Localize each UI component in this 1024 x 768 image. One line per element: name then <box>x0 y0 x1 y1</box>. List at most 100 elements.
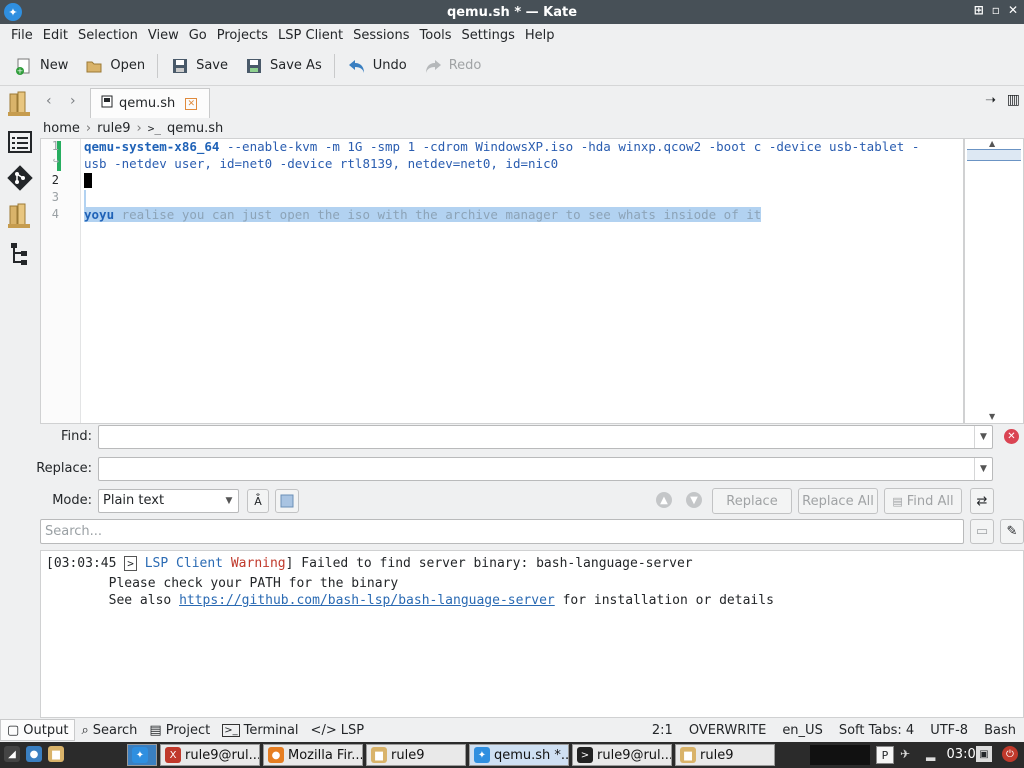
open-button[interactable]: Open <box>76 50 153 82</box>
search-input[interactable]: Search... <box>40 519 964 544</box>
undo-button[interactable]: Undo <box>339 50 415 82</box>
breadcrumb-rule9[interactable]: rule9 <box>97 121 130 136</box>
tab-lsp[interactable]: </> LSP <box>305 719 371 741</box>
breadcrumb-file[interactable]: qemu.sh <box>167 121 223 136</box>
menu-view[interactable]: View <box>143 28 184 43</box>
documents-panel-icon[interactable] <box>6 90 34 118</box>
symbols-list-icon[interactable] <box>6 128 34 156</box>
file-manager-launcher-icon[interactable]: ● <box>26 746 42 762</box>
minimap-scrollbar[interactable]: ▲ ▼ <box>964 138 1024 424</box>
menu-sessions[interactable]: Sessions <box>348 28 414 43</box>
tab-bar: ‹ › qemu.sh ✕ ➝ ▥ <box>40 86 1024 118</box>
project-tree-icon[interactable] <box>6 240 34 268</box>
breadcrumb-home[interactable]: home <box>43 121 80 136</box>
tray-p-icon[interactable]: P <box>876 746 894 764</box>
tab-terminal[interactable]: >_ Terminal <box>216 719 304 741</box>
folder-icon: ▆ <box>680 747 696 763</box>
kate-launcher[interactable]: ✦ <box>127 744 157 766</box>
taskbar-item-firefox[interactable]: ● Mozilla Fir... <box>263 744 363 766</box>
redo-button[interactable]: Redo <box>415 50 490 82</box>
split-view-icon[interactable]: ▥ <box>1007 92 1020 108</box>
menu-settings[interactable]: Settings <box>457 28 520 43</box>
save-as-button[interactable]: Save As <box>236 50 330 82</box>
search-settings-button[interactable]: ✎ <box>1000 519 1024 544</box>
minimize-icon[interactable]: ▫ <box>992 3 1000 17</box>
code-area[interactable]: qemu-system-x86_64 --enable-kvm -m 1G -s… <box>84 139 964 423</box>
cursor-position[interactable]: 2:1 <box>652 723 673 738</box>
find-all-icon: ▤ <box>892 494 903 508</box>
menu-selection[interactable]: Selection <box>73 28 143 43</box>
project-icon: ▤ <box>149 722 162 738</box>
find-previous-icon[interactable]: ▲ <box>656 492 672 508</box>
indentation[interactable]: Soft Tabs: 4 <box>839 723 914 738</box>
forward-chevron-icon[interactable]: › <box>70 93 76 109</box>
taskbar-item-terminal[interactable]: > rule9@rul... <box>572 744 672 766</box>
taskbar-item-kate[interactable]: ✦ qemu.sh *... <box>469 744 569 766</box>
quick-open-icon[interactable]: ➝ <box>985 93 996 108</box>
lsp-link[interactable]: https://github.com/bash-lsp/bash-languag… <box>179 593 555 608</box>
encoding[interactable]: UTF-8 <box>930 723 968 738</box>
mode-select[interactable]: Plain text ▼ <box>98 489 239 513</box>
save-button[interactable]: Save <box>162 50 236 82</box>
search-options-button[interactable]: ⇄ <box>970 488 994 514</box>
tab-project[interactable]: ▤ Project <box>143 719 216 741</box>
menu-tools[interactable]: Tools <box>415 28 457 43</box>
chevron-down-icon[interactable]: ▼ <box>974 426 992 448</box>
input-mode[interactable]: OVERWRITE <box>689 723 767 738</box>
tray-volume-icon[interactable]: ▂ <box>926 747 935 761</box>
find-input[interactable]: ▼ <box>98 425 993 449</box>
replace-button[interactable]: Replace <box>712 488 792 514</box>
close-tab-icon[interactable]: ✕ <box>185 97 198 110</box>
tab-search[interactable]: ⌕ Search <box>75 719 143 741</box>
close-search-icon[interactable]: ✕ <box>1004 429 1019 444</box>
match-case-button[interactable]: A͒ <box>247 489 269 513</box>
tab-output[interactable]: ▢ Output <box>0 719 76 741</box>
back-chevron-icon[interactable]: ‹ <box>46 93 52 109</box>
scroll-up-icon[interactable]: ▲ <box>989 139 995 148</box>
close-window-icon[interactable]: ✕ <box>1008 3 1018 17</box>
selection-only-button[interactable] <box>275 489 299 513</box>
code-editor[interactable]: 1 ↪ 2 3 4 qemu-system-x86_64 --enable-kv… <box>40 138 964 424</box>
replace-input[interactable]: ▼ <box>98 457 993 481</box>
replace-all-button[interactable]: Replace All <box>798 488 878 514</box>
save-as-disk-icon <box>244 56 264 76</box>
new-button[interactable]: + New <box>6 50 76 82</box>
code-line-1: qemu-system-x86_64 --enable-kvm -m 1G -s… <box>84 139 920 154</box>
find-label: Find: <box>60 429 92 444</box>
power-icon[interactable]: ⏻ <box>1002 746 1018 762</box>
start-menu-icon[interactable]: ◢ <box>4 746 20 762</box>
tab-qemu-sh[interactable]: qemu.sh ✕ <box>90 88 210 118</box>
menu-projects[interactable]: Projects <box>212 28 273 43</box>
menu-edit[interactable]: Edit <box>38 28 73 43</box>
chevron-down-icon[interactable]: ▼ <box>974 458 992 480</box>
menu-go[interactable]: Go <box>184 28 212 43</box>
git-icon[interactable] <box>6 164 34 192</box>
minimap-viewport[interactable] <box>967 149 1021 161</box>
save-disk-icon <box>170 56 190 76</box>
menu-bar: File Edit Selection View Go Projects LSP… <box>0 24 1024 46</box>
log-source-icon: > <box>124 556 137 571</box>
find-all-button[interactable]: ▤ Find All <box>884 488 962 514</box>
find-next-icon[interactable]: ▼ <box>686 492 702 508</box>
menu-help[interactable]: Help <box>520 28 560 43</box>
projects-panel-icon[interactable] <box>6 202 34 230</box>
search-folder-button[interactable]: ▭ <box>970 519 994 544</box>
output-line-1: [03:03:45 > LSP Client Warning] Failed t… <box>46 556 693 571</box>
tray-network-icon[interactable]: ✈ <box>900 747 910 761</box>
taskbar-item-folder-2[interactable]: ▆ rule9 <box>675 744 775 766</box>
kate-app-icon[interactable]: ✦ <box>4 3 22 21</box>
folder-launcher-icon[interactable]: ▆ <box>48 746 64 762</box>
syntax-mode[interactable]: Bash <box>984 723 1016 738</box>
menu-file[interactable]: File <box>6 28 38 43</box>
keep-above-icon[interactable]: ⊞ <box>974 3 984 17</box>
taskbar-item-xterm[interactable]: Xrule9@rul... <box>160 744 260 766</box>
taskbar-item-folder[interactable]: ▆ rule9 <box>366 744 466 766</box>
dictionary[interactable]: en_US <box>782 723 823 738</box>
menu-lsp-client[interactable]: LSP Client <box>273 28 348 43</box>
scroll-down-icon[interactable]: ▼ <box>989 412 995 421</box>
output-panel: [03:03:45 > LSP Client Warning] Failed t… <box>40 550 1024 718</box>
breadcrumb: home › rule9 › >_ qemu.sh <box>40 118 1024 138</box>
selection-line-3 <box>84 190 86 207</box>
tray-desktop-icon[interactable]: ▣ <box>976 746 992 762</box>
code-line-4: yoyu realise you can just open the iso w… <box>84 207 762 222</box>
